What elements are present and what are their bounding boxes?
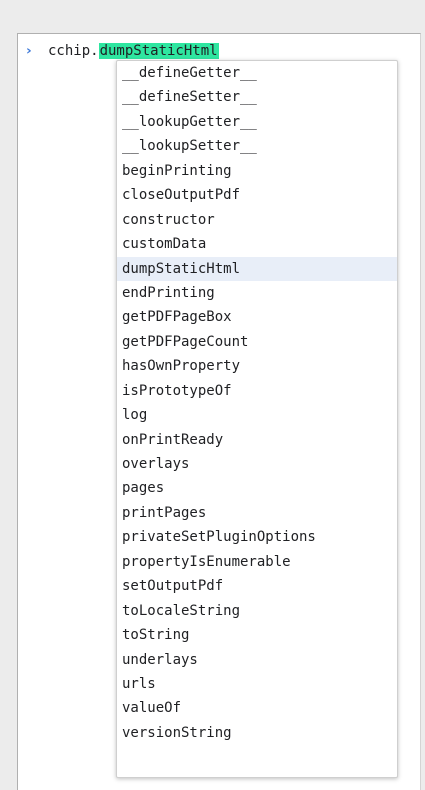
autocomplete-item[interactable]: overlays	[117, 452, 397, 476]
autocomplete-item[interactable]: constructor	[117, 208, 397, 232]
console-panel: › cchip. dumpStaticHtml __defineGetter__ _…	[17, 33, 421, 790]
autocomplete-item[interactable]: getPDFPageBox	[117, 305, 397, 329]
autocomplete-item[interactable]: valueOf	[117, 696, 397, 720]
autocomplete-item[interactable]: __defineGetter__	[117, 61, 397, 85]
autocomplete-item[interactable]: privateSetPluginOptions	[117, 525, 397, 549]
autocomplete-item[interactable]: beginPrinting	[117, 159, 397, 183]
autocomplete-item[interactable]: onPrintReady	[117, 428, 397, 452]
autocomplete-item[interactable]: isPrototypeOf	[117, 379, 397, 403]
autocomplete-item[interactable]: propertyIsEnumerable	[117, 550, 397, 574]
autocomplete-item[interactable]: __lookupSetter__	[117, 134, 397, 158]
autocomplete-item[interactable]: customData	[117, 232, 397, 256]
autocomplete-item[interactable]: underlays	[117, 648, 397, 672]
autocomplete-item[interactable]: setOutputPdf	[117, 574, 397, 598]
autocomplete-item[interactable]: __defineSetter__	[117, 85, 397, 109]
autocomplete-item[interactable]: pages	[117, 476, 397, 500]
chevron-right-icon: ›	[26, 43, 32, 59]
autocomplete-item[interactable]: getPDFPageCount	[117, 330, 397, 354]
autocomplete-item-selected[interactable]: dumpStaticHtml	[117, 256, 397, 281]
autocomplete-item[interactable]: printPages	[117, 501, 397, 525]
autocomplete-item[interactable]: log	[117, 403, 397, 427]
autocomplete-item[interactable]: versionString	[117, 721, 397, 745]
autocomplete-item[interactable]: urls	[117, 672, 397, 696]
autocomplete-item[interactable]: toString	[117, 623, 397, 647]
autocomplete-item[interactable]: closeOutputPdf	[117, 183, 397, 207]
console-typed-text[interactable]: cchip.	[48, 43, 99, 59]
autocomplete-item[interactable]: __lookupGetter__	[117, 110, 397, 134]
autocomplete-item[interactable]: toLocaleString	[117, 599, 397, 623]
autocomplete-dropdown: __defineGetter__ __defineSetter__ __look…	[116, 60, 398, 778]
console-input-line[interactable]: › cchip. dumpStaticHtml	[26, 41, 219, 61]
inline-completion-suggestion[interactable]: dumpStaticHtml	[98, 43, 219, 59]
autocomplete-item[interactable]: endPrinting	[117, 281, 397, 305]
autocomplete-item[interactable]: hasOwnProperty	[117, 354, 397, 378]
